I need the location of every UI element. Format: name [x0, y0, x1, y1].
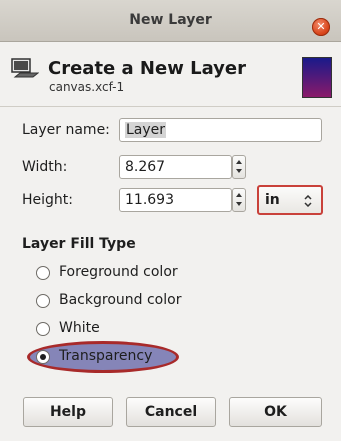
height-label: Height:	[22, 192, 73, 208]
height-spinner[interactable]	[232, 188, 246, 212]
spin-down-icon	[236, 169, 242, 173]
dialog-heading: Create a New Layer	[48, 58, 246, 79]
layer-name-value: Layer	[125, 122, 167, 138]
help-button[interactable]: Help	[23, 397, 113, 427]
radio-button[interactable]	[36, 322, 50, 336]
fill-option-label: Transparency	[59, 348, 153, 364]
spin-down-icon	[236, 202, 242, 206]
height-input[interactable]: 11.693	[119, 188, 232, 212]
ok-button[interactable]: OK	[229, 397, 322, 427]
new-layer-dialog: New Layer ✕ Create a New Layer canvas.xc…	[0, 0, 341, 441]
fill-option-label: White	[59, 320, 100, 336]
width-input[interactable]: 8.267	[119, 155, 232, 179]
layer-icon	[11, 58, 39, 78]
fill-option-label: Foreground color	[59, 264, 178, 280]
chevron-updown-icon	[304, 195, 312, 207]
radio-button[interactable]	[36, 266, 50, 280]
spin-up-icon	[236, 160, 242, 164]
width-spinner[interactable]	[232, 155, 246, 179]
unit-selector[interactable]: in	[257, 185, 323, 215]
layer-name-label: Layer name:	[22, 122, 110, 138]
close-button[interactable]: ✕	[312, 18, 330, 36]
unit-value: in	[265, 192, 280, 208]
window-title: New Layer	[129, 12, 212, 28]
header-separator	[0, 106, 341, 107]
spin-up-icon	[236, 193, 242, 197]
fill-option-label: Background color	[59, 292, 182, 308]
image-preview	[302, 57, 332, 98]
height-value: 11.693	[125, 192, 174, 208]
cancel-button[interactable]: Cancel	[126, 397, 216, 427]
layer-name-input[interactable]: Layer	[119, 118, 322, 142]
image-name: canvas.xcf-1	[49, 80, 125, 94]
close-icon: ✕	[316, 20, 326, 33]
width-value: 8.267	[125, 159, 166, 175]
radio-button[interactable]	[36, 294, 50, 308]
radio-button-selected[interactable]	[36, 350, 50, 364]
title-bar[interactable]: New Layer ✕	[0, 0, 341, 42]
width-label: Width:	[22, 159, 68, 175]
fill-type-heading: Layer Fill Type	[22, 236, 136, 252]
